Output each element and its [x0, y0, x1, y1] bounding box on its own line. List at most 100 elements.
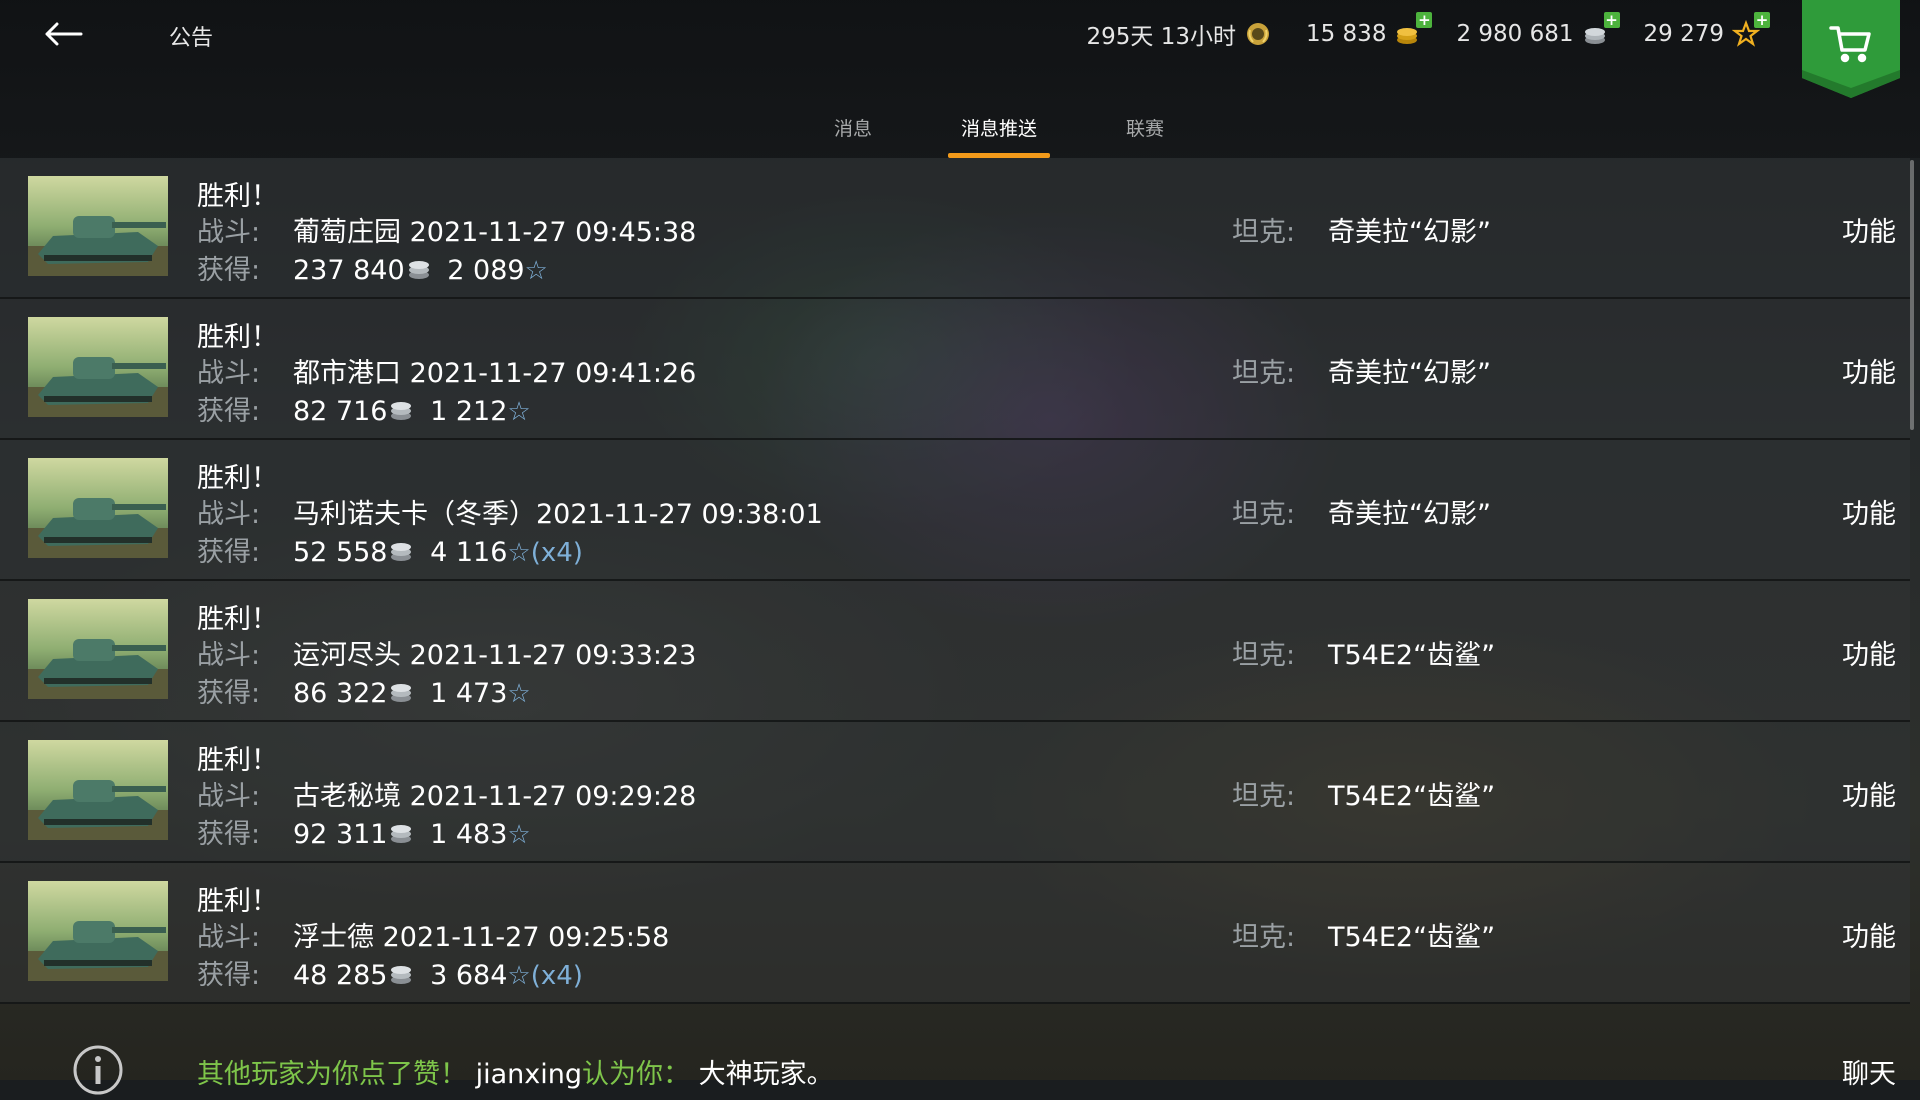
premium-time-value: 295天 13小时	[1086, 24, 1236, 50]
battle-info: 运河尽头 2021-11-27 09:33:23	[293, 640, 697, 671]
info-icon	[72, 1044, 124, 1100]
tank-label: 坦克:	[1232, 922, 1296, 953]
tank-name: 奇美拉“幻影”	[1328, 217, 1491, 248]
result-title: 胜利！	[197, 463, 278, 494]
tank-name: T54E2“齿鲨”	[1328, 781, 1496, 812]
praise-player: jianxing	[475, 1059, 582, 1090]
tank-label: 坦克:	[1232, 217, 1296, 248]
function-button[interactable]: 功能	[1842, 915, 1896, 954]
list-item-2[interactable]: 胜利！ 战斗: 都市港口 2021-11-27 09:41:26 获得: 82 71…	[0, 299, 1910, 440]
earned-label: 获得:	[197, 819, 261, 850]
silver-coins-icon: +	[1582, 12, 1620, 48]
battle-thumbnail	[28, 881, 168, 981]
list-item-4[interactable]: 胜利！ 战斗: 运河尽头 2021-11-27 09:33:23 获得: 86 32…	[0, 581, 1910, 722]
silver-earned: 82 716	[293, 396, 388, 427]
silver-earned: 52 558	[293, 537, 388, 568]
list-item-5[interactable]: 胜利！ 战斗: 古老秘境 2021-11-27 09:29:28 获得: 92 31…	[0, 722, 1910, 863]
battle-thumbnail	[28, 740, 168, 840]
result-title: 胜利！	[197, 322, 278, 353]
add-free-xp-button[interactable]: +	[1754, 12, 1770, 28]
result-title: 胜利！	[197, 181, 278, 212]
tank-name: 奇美拉“幻影”	[1328, 358, 1491, 389]
function-button[interactable]: 功能	[1842, 210, 1896, 249]
silver-coins-icon	[407, 257, 433, 279]
result-title: 胜利！	[197, 745, 278, 776]
tank-label: 坦克:	[1232, 640, 1296, 671]
silver-coins-icon	[389, 398, 415, 420]
silver-coins-icon	[389, 821, 415, 843]
battle-label: 战斗:	[197, 499, 261, 530]
tank-label: 坦克:	[1232, 358, 1296, 389]
tab-push-messages[interactable]: 消息推送	[926, 108, 1072, 158]
earned-line: 获得: 82 716 1 212☆	[197, 389, 531, 428]
battle-info: 古老秘境 2021-11-27 09:29:28	[293, 781, 697, 812]
tab-league[interactable]: 联赛	[1072, 108, 1218, 158]
battle-line: 战斗: 马利诺夫卡（冬季）2021-11-27 09:38:01	[197, 492, 823, 531]
battle-info: 浮士德 2021-11-27 09:25:58	[293, 922, 670, 953]
xp-earned: 2 089	[447, 255, 525, 286]
silver-earned: 86 322	[293, 678, 388, 709]
function-button[interactable]: 功能	[1842, 633, 1896, 672]
earned-label: 获得:	[197, 678, 261, 709]
free-xp-balance[interactable]: 29 279 +	[1643, 12, 1770, 48]
function-button[interactable]: 功能	[1842, 492, 1896, 531]
scrollbar[interactable]	[1910, 160, 1914, 430]
battle-line: 战斗: 古老秘境 2021-11-27 09:29:28	[197, 774, 696, 813]
add-silver-button[interactable]: +	[1603, 12, 1620, 28]
battle-label: 战斗:	[197, 217, 261, 248]
silver-earned: 92 311	[293, 819, 388, 850]
silver-value: 2 980 681	[1456, 21, 1574, 47]
battle-line: 战斗: 都市港口 2021-11-27 09:41:26	[197, 351, 696, 390]
arrow-left-icon	[45, 22, 83, 46]
earned-line: 获得: 48 285 3 684☆(x4)	[197, 953, 583, 992]
earned-label: 获得:	[197, 537, 261, 568]
tank-name: T54E2“齿鲨”	[1328, 640, 1496, 671]
tank-name: T54E2“齿鲨”	[1328, 922, 1496, 953]
xp-earned: 1 212	[430, 396, 508, 427]
battle-thumbnail	[28, 599, 168, 699]
xp-multiplier: (x4)	[530, 961, 583, 991]
earned-label: 获得:	[197, 255, 261, 286]
battle-line: 战斗: 浮士德 2021-11-27 09:25:58	[197, 915, 669, 954]
back-button[interactable]	[36, 12, 90, 56]
resource-bar: 295天 13小时 15 838 + 2 980 681 + 29 279 +	[1086, 12, 1770, 54]
tank-label: 坦克:	[1232, 781, 1296, 812]
earned-line: 获得: 86 322 1 473☆	[197, 671, 531, 710]
praise-value: 大神玩家。	[698, 1059, 834, 1090]
list-item-6[interactable]: 胜利！ 战斗: 浮士德 2021-11-27 09:25:58 获得: 48 285…	[0, 863, 1910, 1004]
silver-coins-icon	[389, 539, 415, 561]
star-icon: ☆	[507, 679, 531, 709]
silver-balance[interactable]: 2 980 681 +	[1456, 12, 1620, 48]
battle-label: 战斗:	[197, 781, 261, 812]
battle-label: 战斗:	[197, 358, 261, 389]
praise-headline: 其他玩家为你点了赞！	[197, 1059, 467, 1090]
battle-thumbnail	[28, 317, 168, 417]
gold-balance[interactable]: 15 838 +	[1305, 12, 1433, 48]
list-item-1[interactable]: 胜利！ 战斗: 葡萄庄园 2021-11-27 09:45:38 获得: 237 8…	[0, 158, 1910, 299]
star-icon: ☆	[524, 256, 548, 286]
free-xp-value: 29 279	[1643, 21, 1724, 47]
list-item-3[interactable]: 胜利！ 战斗: 马利诺夫卡（冬季）2021-11-27 09:38:01 获得: 5…	[0, 440, 1910, 581]
tank-name: 奇美拉“幻影”	[1328, 499, 1491, 530]
battle-label: 战斗:	[197, 922, 261, 953]
star-icon: ☆	[507, 820, 531, 850]
top-bar: 公告 295天 13小时 15 838 + 2 980 681 + 29 279…	[0, 0, 1920, 158]
xp-multiplier: (x4)	[530, 538, 583, 568]
function-button[interactable]: 功能	[1842, 774, 1896, 813]
battle-thumbnail	[28, 458, 168, 558]
add-gold-button[interactable]: +	[1416, 12, 1433, 28]
shop-button[interactable]	[1802, 0, 1900, 98]
xp-earned: 4 116	[430, 537, 508, 568]
battle-info: 马利诺夫卡（冬季）2021-11-27 09:38:01	[293, 499, 823, 530]
result-title: 胜利！	[197, 604, 278, 635]
page-title: 公告	[169, 26, 214, 51]
premium-time[interactable]: 295天 13小时	[1086, 17, 1271, 51]
function-button[interactable]: 功能	[1842, 351, 1896, 390]
battle-line: 战斗: 运河尽头 2021-11-27 09:33:23	[197, 633, 696, 672]
gold-value: 15 838	[1305, 21, 1387, 47]
battle-thumbnail	[28, 176, 168, 276]
praise-message-row: 其他玩家为你点了赞！ jianxing认为你： 大神玩家。 聊天	[0, 1000, 1910, 1095]
tab-messages[interactable]: 消息	[780, 108, 926, 158]
xp-earned: 3 684	[430, 960, 508, 991]
chat-button[interactable]: 聊天	[1842, 1052, 1896, 1091]
